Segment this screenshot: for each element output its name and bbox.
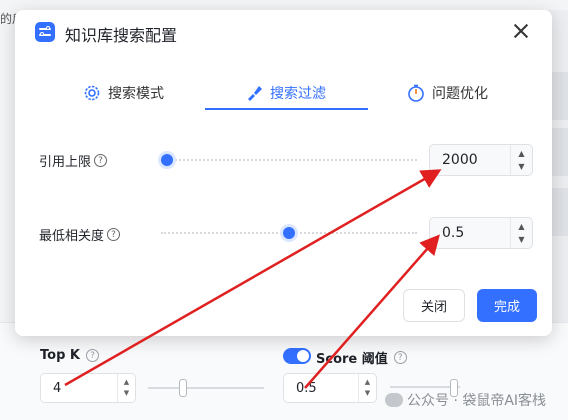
annotation-arrow	[64, 169, 442, 387]
annotation-arrow	[304, 234, 440, 389]
annotation-overlay	[64, 169, 442, 389]
